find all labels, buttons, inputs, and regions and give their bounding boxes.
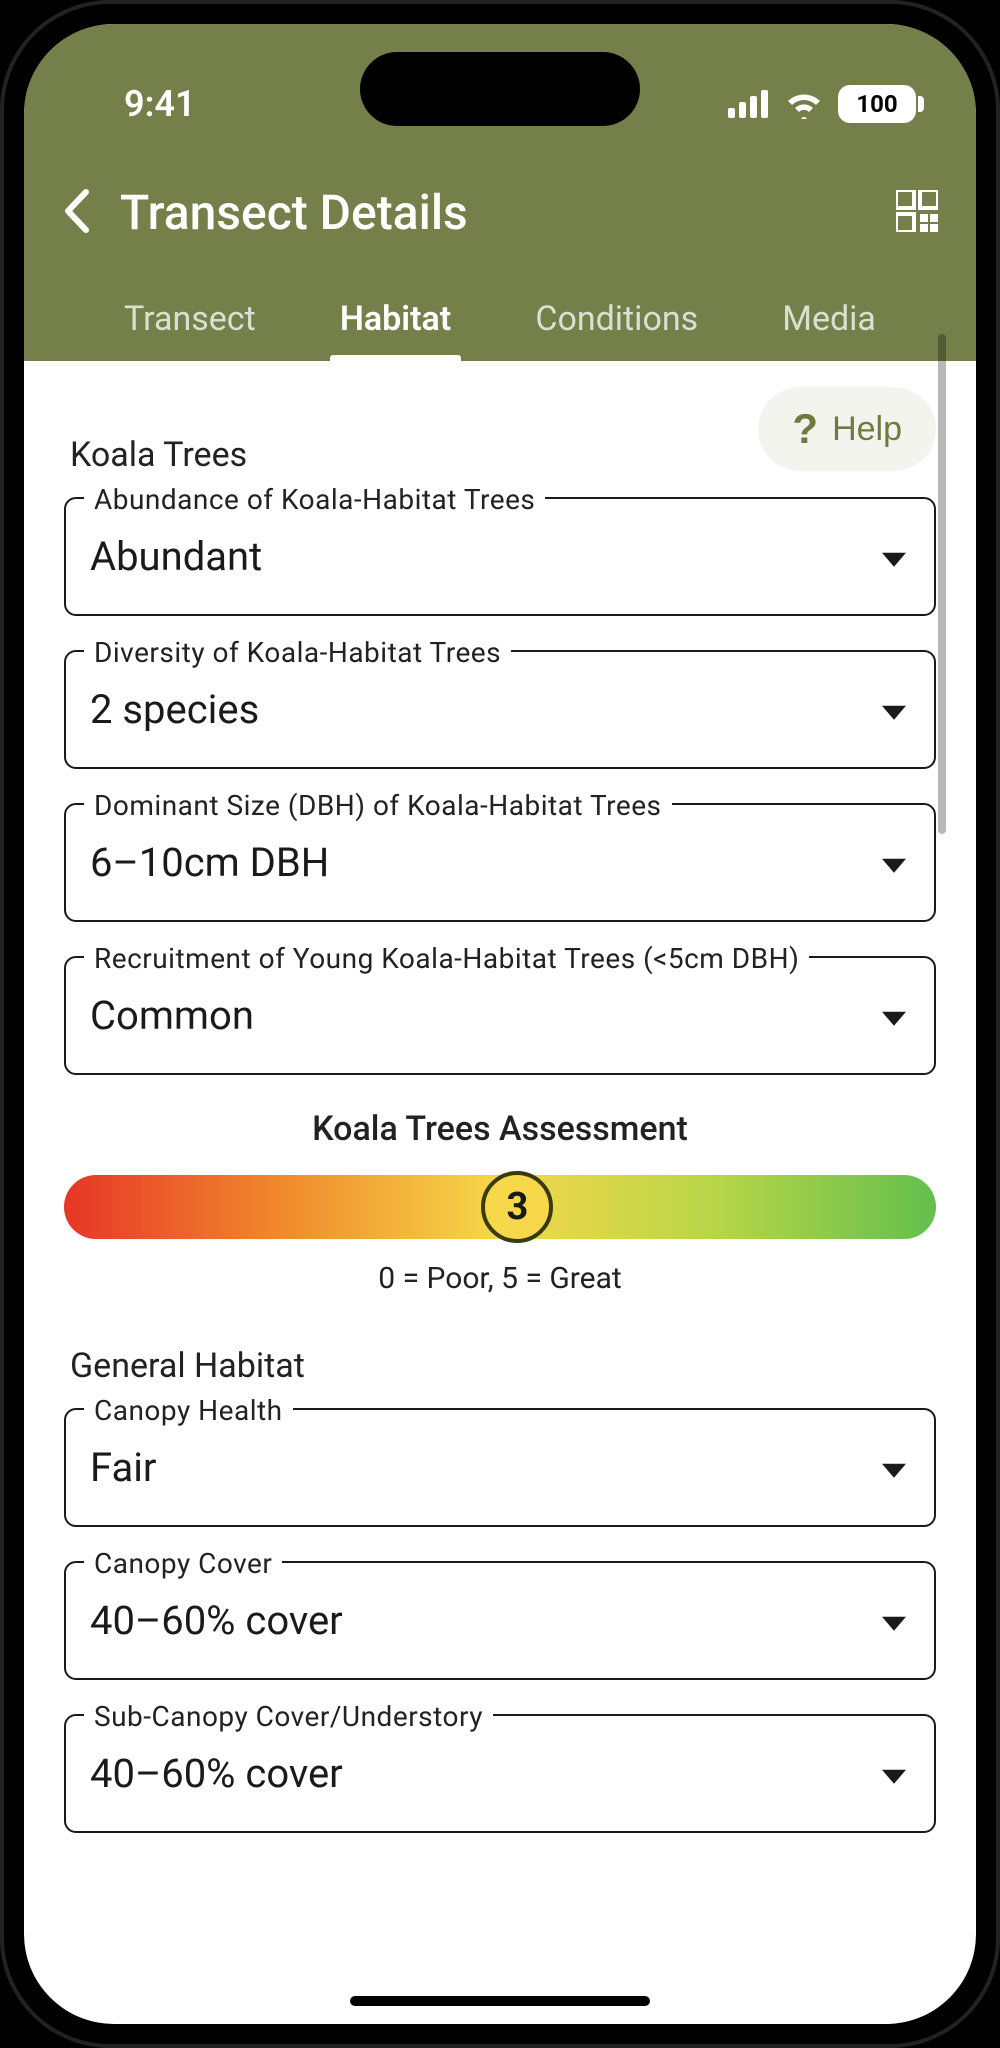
tab-transect[interactable]: Transect	[114, 281, 266, 361]
back-button[interactable]	[62, 188, 90, 238]
field-recruitment[interactable]: Recruitment of Young Koala-Habitat Trees…	[64, 956, 936, 1075]
field-sub-canopy-cover[interactable]: Sub-Canopy Cover/Understory 40–60% cover	[64, 1714, 936, 1833]
assessment-marker: 3	[481, 1171, 553, 1243]
question-mark-icon: ?	[792, 405, 818, 453]
wifi-icon	[784, 89, 824, 119]
main-content[interactable]: ? Help Koala Trees Abundance of Koala-Ha…	[24, 361, 976, 2024]
status-right: 100	[728, 85, 916, 123]
assessment-gradient-bar: 3	[64, 1175, 936, 1239]
page-title: Transect Details	[120, 184, 866, 241]
field-abundance[interactable]: Abundance of Koala-Habitat Trees Abundan…	[64, 497, 936, 616]
status-time: 9:41	[124, 83, 196, 125]
field-canopy-health[interactable]: Canopy Health Fair	[64, 1408, 936, 1527]
battery-level: 100	[856, 90, 897, 118]
qr-code-icon	[896, 190, 938, 232]
field-value: Common	[66, 958, 934, 1073]
field-dominant-size[interactable]: Dominant Size (DBH) of Koala-Habitat Tre…	[64, 803, 936, 922]
assessment-title: Koala Trees Assessment	[64, 1109, 936, 1149]
chevron-left-icon	[62, 188, 90, 234]
field-value: 40–60% cover	[66, 1716, 934, 1831]
device-notch	[360, 52, 640, 126]
field-value: Fair	[66, 1410, 934, 1525]
help-label: Help	[832, 410, 902, 449]
assessment-legend: 0 = Poor, 5 = Great	[64, 1261, 936, 1296]
field-diversity[interactable]: Diversity of Koala-Habitat Trees 2 speci…	[64, 650, 936, 769]
section-title-general-habitat: General Habitat	[70, 1346, 936, 1386]
help-button[interactable]: ? Help	[758, 387, 936, 471]
qr-code-button[interactable]	[896, 190, 938, 236]
app-header: Transect Details Transect Habitat Condit…	[24, 154, 976, 361]
field-value: 6–10cm DBH	[66, 805, 934, 920]
cellular-signal-icon	[728, 90, 770, 118]
assessment-value: 3	[507, 1185, 529, 1229]
tab-habitat[interactable]: Habitat	[330, 281, 461, 361]
tab-bar: Transect Habitat Conditions Media	[62, 281, 938, 361]
field-value: Abundant	[66, 499, 934, 614]
field-value: 2 species	[66, 652, 934, 767]
tab-conditions[interactable]: Conditions	[525, 281, 708, 361]
device-frame: 9:41 100 Transect Details Transect Habit…	[0, 0, 1000, 2048]
scroll-indicator[interactable]	[938, 334, 946, 834]
field-canopy-cover[interactable]: Canopy Cover 40–60% cover	[64, 1561, 936, 1680]
screen: 9:41 100 Transect Details Transect Habit…	[24, 24, 976, 2024]
tab-media[interactable]: Media	[772, 281, 886, 361]
home-indicator[interactable]	[350, 1996, 650, 2006]
battery-indicator: 100	[838, 85, 916, 123]
field-value: 40–60% cover	[66, 1563, 934, 1678]
